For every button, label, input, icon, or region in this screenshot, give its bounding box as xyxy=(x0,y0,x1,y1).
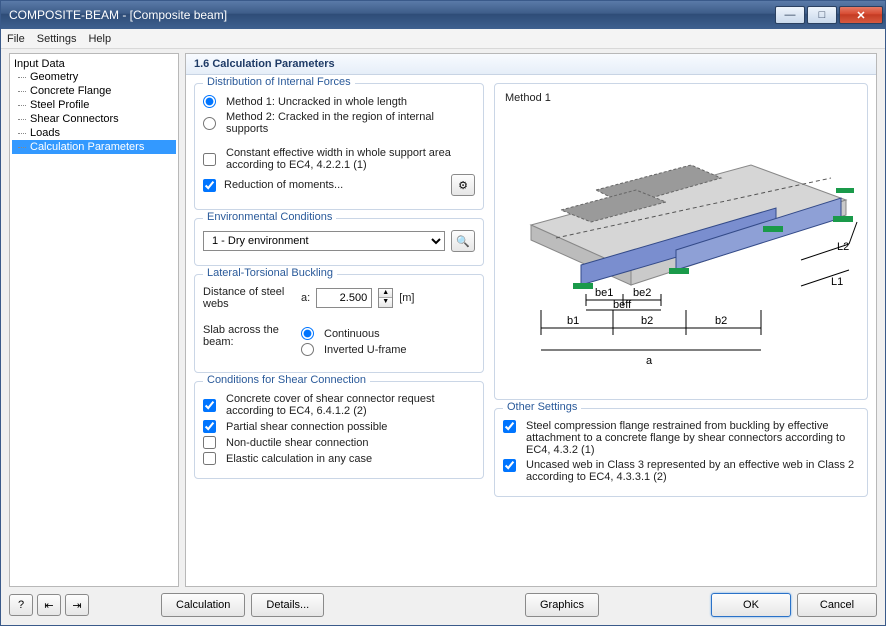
minimize-button[interactable]: — xyxy=(775,6,805,24)
svg-text:be1: be1 xyxy=(595,287,613,299)
tree-item-loads[interactable]: Loads xyxy=(12,126,176,140)
svg-text:be2: be2 xyxy=(633,287,651,299)
app-window: COMPOSITE-BEAM - [Composite beam] — □ ✕ … xyxy=(0,0,886,626)
titlebar: COMPOSITE-BEAM - [Composite beam] — □ ✕ xyxy=(1,1,885,29)
close-button[interactable]: ✕ xyxy=(839,6,883,24)
panel-title: 1.6 Calculation Parameters xyxy=(186,54,876,75)
prev-button[interactable]: ⇤ xyxy=(37,594,61,616)
cancel-button[interactable]: Cancel xyxy=(797,593,877,617)
svg-text:L1: L1 xyxy=(831,276,843,288)
ltb-a-label: a: xyxy=(301,292,310,304)
radio-slab-continuous[interactable]: Continuous xyxy=(301,327,407,340)
menu-file[interactable]: File xyxy=(7,33,25,45)
group-other-settings: Other Settings Steel compression flange … xyxy=(494,408,868,497)
nav-tree[interactable]: Input Data GeometryConcrete FlangeSteel … xyxy=(9,53,179,587)
check-cover[interactable]: Concrete cover of shear connector reques… xyxy=(203,393,475,417)
details-button[interactable]: Details... xyxy=(251,593,324,617)
env-lookup-button[interactable]: 🔍 xyxy=(451,230,475,252)
settings-icon: ⚙ xyxy=(458,179,468,192)
arrow-left-icon: ⇤ xyxy=(44,599,53,612)
group-ltb: Lateral-Torsional Buckling Distance of s… xyxy=(194,274,484,373)
right-column: Method 1 xyxy=(494,83,868,578)
ltb-unit: [m] xyxy=(399,292,414,304)
ltb-a-spinner[interactable]: ▲▼ xyxy=(378,288,393,308)
tree-item-geometry[interactable]: Geometry xyxy=(12,70,176,84)
tree-item-calculation-parameters[interactable]: Calculation Parameters xyxy=(12,140,176,154)
check-other2[interactable]: Uncased web in Class 3 represented by an… xyxy=(503,459,859,483)
radio-method2[interactable]: Method 2: Cracked in the region of inter… xyxy=(203,111,475,135)
arrow-right-icon: ⇥ xyxy=(72,599,81,612)
help-icon: ? xyxy=(18,599,24,611)
tree-root[interactable]: Input Data xyxy=(12,58,176,70)
svg-text:L2: L2 xyxy=(837,241,849,253)
ltb-a-input[interactable] xyxy=(316,288,372,308)
svg-text:b2: b2 xyxy=(641,315,653,327)
menu-settings[interactable]: Settings xyxy=(37,33,77,45)
calculation-button[interactable]: Calculation xyxy=(161,593,245,617)
check-const-width[interactable]: Constant effective width in whole suppor… xyxy=(203,147,475,171)
svg-text:b1: b1 xyxy=(567,315,579,327)
svg-text:b2: b2 xyxy=(715,315,727,327)
client-area: Input Data GeometryConcrete FlangeSteel … xyxy=(1,49,885,625)
check-reduction[interactable]: Reduction of moments... xyxy=(203,179,343,192)
next-button[interactable]: ⇥ xyxy=(65,594,89,616)
content-panel: 1.6 Calculation Parameters Distribution … xyxy=(185,53,877,587)
method1-diagram: L1 L2 xyxy=(501,110,861,390)
radio-method1[interactable]: Method 1: Uncracked in whole length xyxy=(203,95,475,108)
svg-text:beff: beff xyxy=(613,299,632,311)
ltb-slab-label: Slab across the beam: xyxy=(203,324,295,348)
window-buttons: — □ ✕ xyxy=(773,6,883,24)
check-partial[interactable]: Partial shear connection possible xyxy=(203,420,475,433)
env-select[interactable]: 1 - Dry environment xyxy=(203,231,445,251)
graphics-button[interactable]: Graphics xyxy=(525,593,599,617)
ok-button[interactable]: OK xyxy=(711,593,791,617)
legend-environment: Environmental Conditions xyxy=(203,211,336,223)
svg-text:a: a xyxy=(646,355,653,367)
panel-body: Distribution of Internal Forces Method 1… xyxy=(186,75,876,586)
menubar: File Settings Help xyxy=(1,29,885,49)
check-nonductile[interactable]: Non-ductile shear connection xyxy=(203,436,475,449)
tree-item-steel-profile[interactable]: Steel Profile xyxy=(12,98,176,112)
tree-item-concrete-flange[interactable]: Concrete Flange xyxy=(12,84,176,98)
reduction-settings-button[interactable]: ⚙ xyxy=(451,174,475,196)
legend-shear-conn: Conditions for Shear Connection xyxy=(203,374,370,386)
radio-slab-uframe[interactable]: Inverted U-frame xyxy=(301,343,407,356)
group-shear-connection: Conditions for Shear Connection Concrete… xyxy=(194,381,484,479)
group-environment: Environmental Conditions 1 - Dry environ… xyxy=(194,218,484,266)
footer: ? ⇤ ⇥ Calculation Details... Graphics OK… xyxy=(9,587,877,617)
menu-help[interactable]: Help xyxy=(88,33,111,45)
window-title: COMPOSITE-BEAM - [Composite beam] xyxy=(9,8,773,22)
left-column: Distribution of Internal Forces Method 1… xyxy=(194,83,484,578)
check-elastic[interactable]: Elastic calculation in any case xyxy=(203,452,475,465)
search-icon: 🔍 xyxy=(456,235,470,248)
diagram-panel: Method 1 xyxy=(494,83,868,400)
legend-other: Other Settings xyxy=(503,401,581,413)
legend-distribution: Distribution of Internal Forces xyxy=(203,76,355,88)
ltb-dist-label: Distance of steel webs xyxy=(203,286,295,310)
legend-ltb: Lateral-Torsional Buckling xyxy=(203,267,337,279)
check-other1[interactable]: Steel compression flange restrained from… xyxy=(503,420,859,456)
tree-item-shear-connectors[interactable]: Shear Connectors xyxy=(12,112,176,126)
help-button[interactable]: ? xyxy=(9,594,33,616)
maximize-button[interactable]: □ xyxy=(807,6,837,24)
group-distribution: Distribution of Internal Forces Method 1… xyxy=(194,83,484,210)
main-area: Input Data GeometryConcrete FlangeSteel … xyxy=(9,53,877,587)
diagram-title: Method 1 xyxy=(505,92,861,104)
